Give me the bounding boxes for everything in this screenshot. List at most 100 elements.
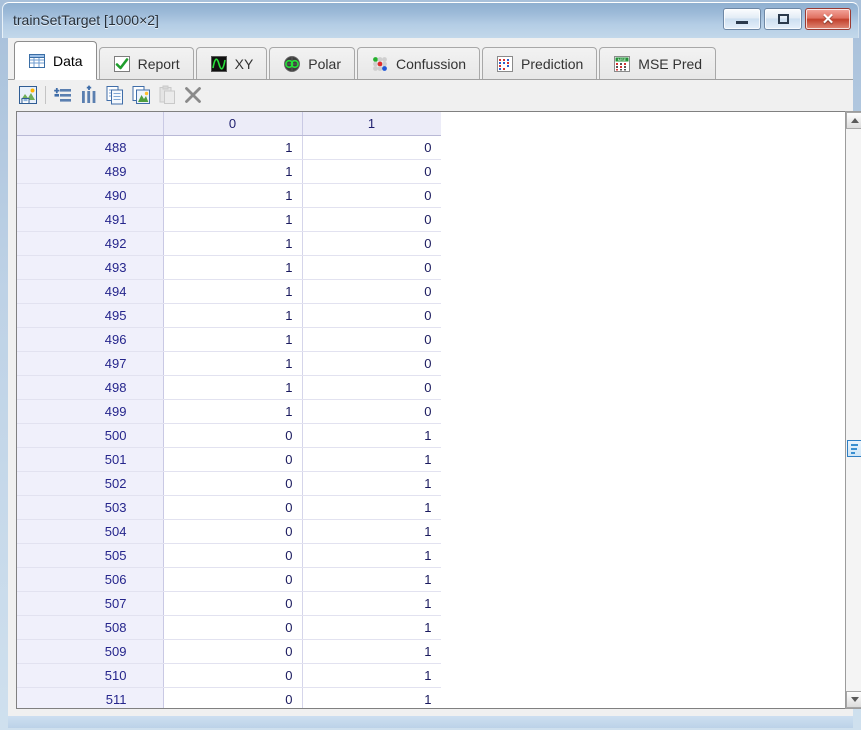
row-header-cell[interactable]: 497 (17, 351, 164, 376)
cell-col-1[interactable]: 1 (302, 591, 442, 616)
tab-report[interactable]: Report (98, 47, 194, 80)
cell-col-0[interactable]: 1 (163, 279, 303, 304)
cell-col-0[interactable]: 0 (163, 519, 303, 544)
cell-col-1[interactable]: 0 (302, 327, 442, 352)
table-row[interactable]: 496 1 0 (17, 327, 442, 352)
table-row[interactable]: 510 0 1 (17, 663, 442, 688)
cell-col-1[interactable]: 1 (302, 447, 442, 472)
table-row[interactable]: 511 0 1 (17, 687, 442, 708)
cell-col-0[interactable]: 1 (163, 303, 303, 328)
row-header-cell[interactable]: 503 (17, 495, 164, 520)
cell-col-1[interactable]: 0 (302, 159, 442, 184)
row-header-cell[interactable]: 507 (17, 591, 164, 616)
cell-col-0[interactable]: 1 (163, 375, 303, 400)
row-header-cell[interactable]: 510 (17, 663, 164, 688)
cell-col-0[interactable]: 1 (163, 183, 303, 208)
row-header-cell[interactable]: 504 (17, 519, 164, 544)
save-image-icon[interactable] (17, 84, 39, 106)
cell-col-0[interactable]: 0 (163, 567, 303, 592)
cell-col-1[interactable]: 1 (302, 615, 442, 640)
table-row[interactable]: 507 0 1 (17, 591, 442, 616)
table-row[interactable]: 489 1 0 (17, 159, 442, 184)
cell-col-1[interactable]: 1 (302, 639, 442, 664)
close-button[interactable]: ✕ (805, 8, 851, 30)
cell-col-0[interactable]: 0 (163, 663, 303, 688)
copy-image-icon[interactable] (130, 84, 152, 106)
cell-col-0[interactable]: 0 (163, 423, 303, 448)
scroll-up-button[interactable] (846, 112, 861, 129)
cell-col-1[interactable]: 1 (302, 519, 442, 544)
table-row[interactable]: 491 1 0 (17, 207, 442, 232)
row-header-cell[interactable]: 502 (17, 471, 164, 496)
tab-confussion[interactable]: Confussion (356, 47, 481, 80)
cell-col-1[interactable]: 1 (302, 663, 442, 688)
cell-col-1[interactable]: 1 (302, 543, 442, 568)
column-header-0[interactable]: 0 (163, 112, 303, 136)
table-row[interactable]: 501 0 1 (17, 447, 442, 472)
cell-col-1[interactable]: 0 (302, 399, 442, 424)
cell-col-1[interactable]: 0 (302, 351, 442, 376)
column-header-1[interactable]: 1 (302, 112, 442, 136)
vertical-scrollbar[interactable] (845, 111, 861, 709)
row-header-cell[interactable]: 494 (17, 279, 164, 304)
table-row[interactable]: 509 0 1 (17, 639, 442, 664)
row-header-cell[interactable]: 493 (17, 255, 164, 280)
cell-col-1[interactable]: 0 (302, 375, 442, 400)
scroll-down-button[interactable] (846, 691, 861, 708)
row-header-cell[interactable]: 508 (17, 615, 164, 640)
row-header-cell[interactable]: 490 (17, 183, 164, 208)
row-header-cell[interactable]: 500 (17, 423, 164, 448)
cell-col-1[interactable]: 0 (302, 255, 442, 280)
row-header-cell[interactable]: 495 (17, 303, 164, 328)
minimize-button[interactable] (723, 8, 761, 30)
scrollbar-thumb[interactable] (847, 440, 861, 457)
row-header-cell[interactable]: 509 (17, 639, 164, 664)
cell-col-0[interactable]: 1 (163, 351, 303, 376)
cell-col-0[interactable]: 0 (163, 471, 303, 496)
grid-corner-cell[interactable] (17, 112, 164, 136)
cell-col-1[interactable]: 0 (302, 303, 442, 328)
table-row[interactable]: 503 0 1 (17, 495, 442, 520)
table-row[interactable]: 500 0 1 (17, 423, 442, 448)
cell-col-0[interactable]: 0 (163, 639, 303, 664)
table-row[interactable]: 506 0 1 (17, 567, 442, 592)
cell-col-1[interactable]: 1 (302, 567, 442, 592)
cell-col-0[interactable]: 1 (163, 327, 303, 352)
table-row[interactable]: 490 1 0 (17, 183, 442, 208)
insert-row-icon[interactable] (52, 84, 74, 106)
cell-col-0[interactable]: 0 (163, 495, 303, 520)
row-header-cell[interactable]: 488 (17, 135, 164, 160)
copy-icon[interactable] (104, 84, 126, 106)
cell-col-0[interactable]: 0 (163, 447, 303, 472)
paste-icon[interactable] (156, 84, 178, 106)
row-header-cell[interactable]: 511 (17, 687, 164, 708)
cell-col-1[interactable]: 1 (302, 471, 442, 496)
cell-col-0[interactable]: 0 (163, 687, 303, 708)
cell-col-1[interactable]: 0 (302, 183, 442, 208)
table-row[interactable]: 505 0 1 (17, 543, 442, 568)
delete-x-icon[interactable] (182, 84, 204, 106)
cell-col-0[interactable]: 1 (163, 159, 303, 184)
tab-data[interactable]: Data (14, 41, 97, 80)
row-header-cell[interactable]: 498 (17, 375, 164, 400)
cell-col-0[interactable]: 0 (163, 615, 303, 640)
row-header-cell[interactable]: 501 (17, 447, 164, 472)
cell-col-0[interactable]: 1 (163, 231, 303, 256)
table-row[interactable]: 497 1 0 (17, 351, 442, 376)
tab-msepred[interactable]: MSE MSE Pred (599, 47, 717, 80)
maximize-button[interactable] (764, 8, 802, 30)
row-header-cell[interactable]: 496 (17, 327, 164, 352)
cell-col-0[interactable]: 1 (163, 135, 303, 160)
table-row[interactable]: 492 1 0 (17, 231, 442, 256)
cell-col-1[interactable]: 0 (302, 279, 442, 304)
row-header-cell[interactable]: 489 (17, 159, 164, 184)
cell-col-0[interactable]: 0 (163, 591, 303, 616)
cell-col-0[interactable]: 1 (163, 399, 303, 424)
tab-prediction[interactable]: Prediction (482, 47, 598, 80)
cell-col-1[interactable]: 0 (302, 135, 442, 160)
table-row[interactable]: 504 0 1 (17, 519, 442, 544)
cell-col-0[interactable]: 1 (163, 207, 303, 232)
cell-col-1[interactable]: 1 (302, 495, 442, 520)
row-header-cell[interactable]: 491 (17, 207, 164, 232)
tab-polar[interactable]: Polar (269, 47, 355, 80)
